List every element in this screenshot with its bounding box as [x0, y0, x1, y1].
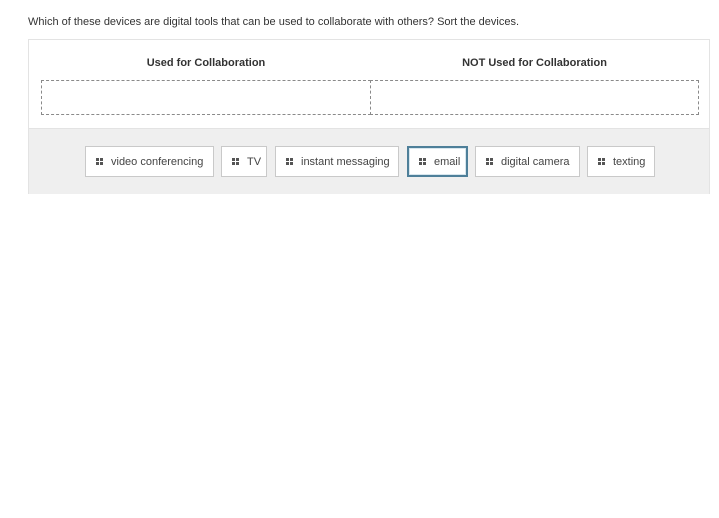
- column-header-not-collaboration: NOT Used for Collaboration: [462, 57, 607, 69]
- drop-zone-collaboration[interactable]: [41, 80, 371, 115]
- drag-handle-icon: [96, 158, 103, 165]
- chip-label: email: [434, 155, 461, 168]
- drag-handle-icon: [419, 158, 426, 165]
- chip-video-conferencing[interactable]: video conferencing: [85, 146, 214, 177]
- sort-panel: Used for Collaboration NOT Used for Coll…: [28, 39, 710, 194]
- chip-label: texting: [613, 155, 646, 168]
- chip-label: TV: [247, 155, 262, 168]
- drop-zone-not-collaboration[interactable]: [370, 80, 699, 115]
- column-header-collaboration: Used for Collaboration: [146, 57, 266, 69]
- chip-texting[interactable]: texting: [587, 146, 655, 177]
- drag-handle-icon: [286, 158, 293, 165]
- chip-label: instant messaging: [301, 155, 390, 168]
- chip-label: digital camera: [501, 155, 570, 168]
- chip-digital-camera[interactable]: digital camera: [475, 146, 580, 177]
- drag-handle-icon: [598, 158, 605, 165]
- drag-handle-icon: [486, 158, 493, 165]
- chip-tv[interactable]: TV: [221, 146, 267, 177]
- chip-label: video conferencing: [111, 155, 204, 168]
- drag-handle-icon: [232, 158, 239, 165]
- chip-email[interactable]: email: [407, 146, 468, 177]
- question-prompt: Which of these devices are digital tools…: [28, 16, 519, 28]
- item-tray: video conferencing TV instant messaging …: [29, 128, 709, 194]
- chip-instant-messaging[interactable]: instant messaging: [275, 146, 399, 177]
